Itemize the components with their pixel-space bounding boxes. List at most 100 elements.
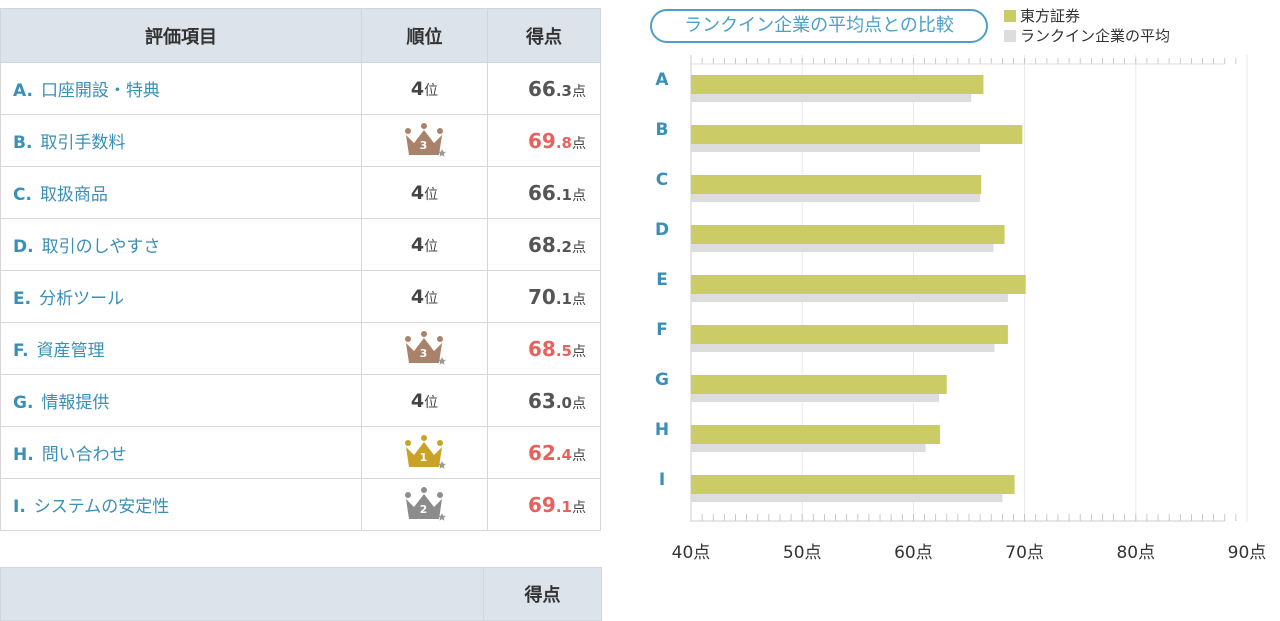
row-score: 63.0点: [487, 374, 601, 427]
row-item: E. 分析ツール: [0, 270, 362, 323]
item-label: 分析ツール: [39, 289, 125, 309]
score-decimal: .5: [555, 341, 572, 360]
row-item: G. 情報提供: [0, 374, 362, 427]
row-score: 66.3点: [487, 62, 601, 115]
score-unit: 点: [572, 499, 586, 516]
row-rank: 4位: [361, 218, 488, 271]
crown-rank-number: 3: [419, 138, 428, 152]
score-unit: 点: [572, 83, 586, 100]
header-score: 得点: [487, 8, 601, 63]
score-decimal: .1: [555, 497, 572, 516]
bar-average: [691, 194, 981, 202]
row-rank: 4位: [361, 374, 488, 427]
bar-average: [691, 94, 972, 102]
row-item: D. 取引のしやすさ: [0, 218, 362, 271]
row-item: F. 資産管理: [0, 322, 362, 375]
score-unit: 点: [572, 239, 586, 256]
score-unit: 点: [572, 291, 586, 308]
rank-unit: 位: [424, 394, 439, 411]
score-unit: 点: [572, 395, 586, 412]
rank-number: 4: [410, 389, 425, 412]
row-rank: 4位: [361, 166, 488, 219]
score-decimal: .3: [555, 81, 572, 100]
bar-company: [691, 125, 1023, 144]
row-rank: 3: [361, 322, 488, 375]
header-empty: [0, 567, 484, 621]
category-label: I: [659, 470, 665, 490]
category-label: C: [656, 170, 668, 190]
category-label: D: [655, 220, 669, 240]
category-label: F: [656, 320, 668, 340]
item-code: G.: [13, 393, 34, 413]
rank-unit: 位: [424, 82, 439, 99]
crown-silver-icon: 2: [403, 485, 447, 525]
bar-average: [691, 294, 1008, 302]
score-table-header: 評価項目 順位 得点: [0, 8, 601, 63]
score-table: 評価項目 順位 得点 A. 口座開設・特典 4位 66.3点 B. 取引手数料 3 69.…: [0, 8, 601, 531]
bar-company: [691, 225, 1005, 244]
score-decimal: .0: [555, 393, 572, 412]
bar-chart: A B C D E F G H I 40点 50点 60点 70点 80点 90点: [655, 55, 1267, 563]
table-row: G. 情報提供 4位 63.0点: [0, 374, 601, 427]
item-label: 取引のしやすさ: [41, 237, 161, 257]
score-decimal: .4: [555, 445, 572, 464]
table-row: E. 分析ツール 4位 70.1点: [0, 270, 601, 323]
rank-number: 4: [410, 77, 425, 100]
score-decimal: .1: [555, 185, 572, 204]
category-label: G: [655, 370, 669, 390]
row-rank: 3: [361, 114, 488, 167]
score-decimal: .8: [555, 133, 572, 152]
legend-item-company: 東方証券: [1004, 6, 1170, 26]
score-integer: 69: [528, 492, 556, 517]
row-rank: 1: [361, 426, 488, 479]
score-unit: 点: [572, 447, 586, 464]
item-code: E.: [13, 289, 32, 309]
row-score: 68.2点: [487, 218, 601, 271]
x-tick-label: 40点: [672, 543, 711, 563]
crown-rank-number: 3: [419, 346, 428, 360]
item-code: D.: [13, 237, 34, 257]
x-tick-label: 90点: [1228, 543, 1267, 563]
item-code: C.: [13, 185, 32, 205]
score-integer: 66: [528, 180, 556, 205]
row-score: 70.1点: [487, 270, 601, 323]
item-code: A.: [13, 81, 33, 101]
item-label: 問い合わせ: [41, 445, 127, 465]
item-label: 口座開設・特典: [40, 81, 160, 101]
rank-number: 4: [410, 233, 425, 256]
item-label: 情報提供: [41, 393, 110, 413]
item-label: システムの安定性: [33, 497, 170, 517]
score-unit: 点: [572, 135, 586, 152]
item-label: 取扱商品: [39, 185, 108, 205]
chart-title: ランクイン企業の平均点との比較: [650, 9, 988, 43]
rank-unit: 位: [424, 238, 439, 255]
score-unit: 点: [572, 343, 586, 360]
item-code: F.: [13, 341, 29, 361]
row-score: 69.1点: [487, 478, 601, 531]
crown-bronze-icon: 3: [403, 329, 447, 369]
rank-number: 4: [410, 181, 425, 204]
crown-rank-number: 2: [419, 502, 428, 516]
bar-average: [691, 494, 1003, 502]
table-row: F. 資産管理 3 68.5点: [0, 322, 601, 375]
row-item: C. 取扱商品: [0, 166, 362, 219]
rank-unit: 位: [424, 290, 439, 307]
category-label: B: [656, 120, 669, 140]
bar-average: [691, 444, 926, 452]
score-integer: 62: [528, 440, 556, 465]
bar-company: [691, 275, 1026, 294]
bar-average: [691, 244, 994, 252]
score-table-2: 得点: [0, 567, 602, 621]
category-label: A: [655, 70, 669, 90]
row-score: 68.5点: [487, 322, 601, 375]
score-integer: 69: [528, 128, 556, 153]
row-rank: 4位: [361, 270, 488, 323]
row-score: 62.4点: [487, 426, 601, 479]
header-score-2: 得点: [483, 567, 602, 621]
row-rank: 2: [361, 478, 488, 531]
score-integer: 68: [528, 232, 556, 257]
item-code: B.: [13, 133, 33, 153]
bar-average: [691, 394, 939, 402]
bar-company: [691, 375, 947, 394]
legend-label-average: ランクイン企業の平均: [1020, 27, 1171, 45]
